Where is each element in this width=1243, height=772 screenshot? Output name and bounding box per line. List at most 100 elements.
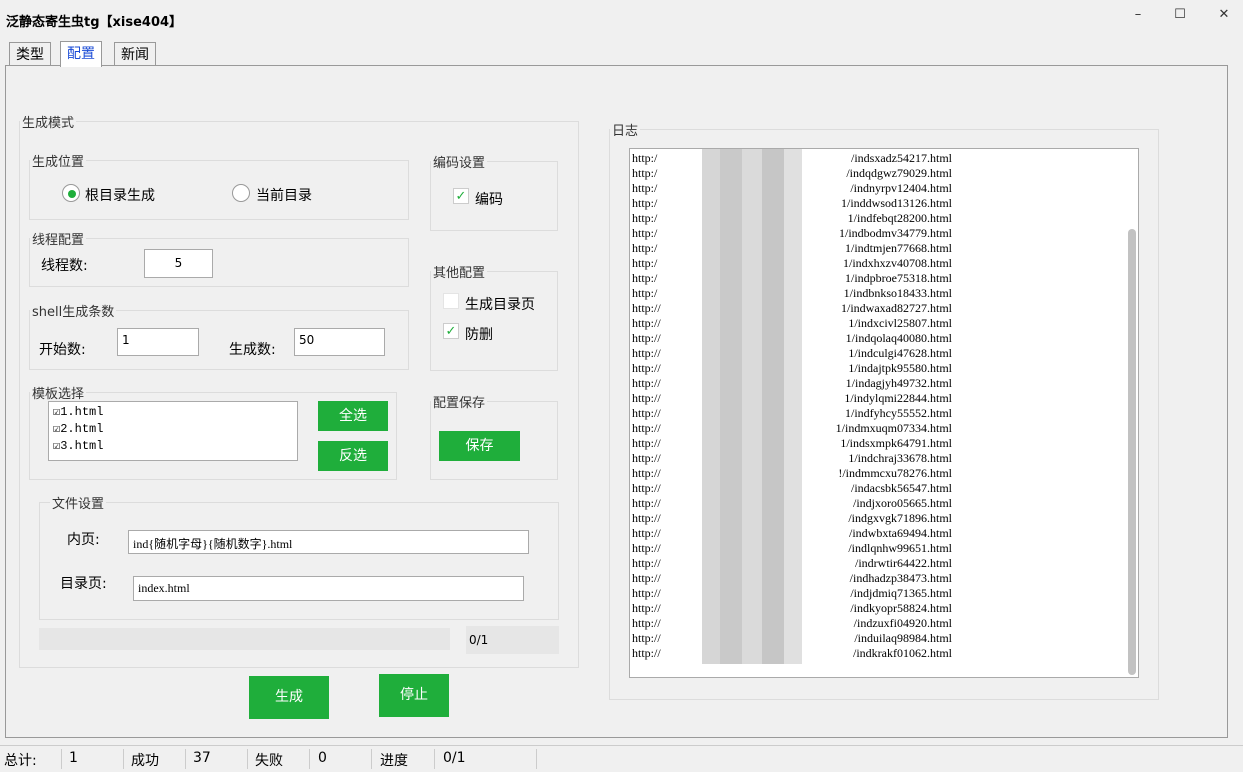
invert-select-button[interactable]: 反选 bbox=[318, 441, 388, 471]
log-line-prefix: http:// bbox=[632, 331, 661, 345]
log-line-suffix: 1/indfebqt28200.html bbox=[847, 211, 952, 225]
log-line-prefix: http:/ bbox=[632, 286, 658, 300]
log-line-suffix: /indjxoro05665.html bbox=[853, 496, 952, 510]
log-line-suffix: 1/indbnkso18433.html bbox=[843, 286, 952, 300]
window-title: 泛静态寄生虫tg【xise404】 bbox=[6, 15, 183, 30]
log-line-suffix: /indlqnhw99651.html bbox=[848, 541, 952, 555]
encoding-title: 编码设置 bbox=[433, 156, 486, 171]
status-divider bbox=[536, 749, 537, 769]
template-list[interactable]: ☑1.html ☑2.html ☑3.html bbox=[48, 401, 298, 461]
log-line-suffix: 1/indfyhcy55552.html bbox=[845, 406, 952, 420]
status-divider bbox=[371, 749, 372, 769]
log-line-suffix: /indjdmiq71365.html bbox=[850, 586, 952, 600]
template-item-label: 3.html bbox=[60, 439, 104, 453]
status-divider bbox=[434, 749, 435, 769]
log-line-suffix: /indkrakf01062.html bbox=[853, 646, 952, 660]
template-item[interactable]: ☑2.html bbox=[53, 421, 103, 438]
log-line-suffix: 1/indpbroe75318.html bbox=[845, 271, 952, 285]
log-line-prefix: http:// bbox=[632, 571, 661, 585]
log-line-suffix: 1/indylqmi22844.html bbox=[844, 391, 952, 405]
tab-type[interactable]: 类型 bbox=[9, 42, 51, 66]
log-line-suffix: 1/indagjyh49732.html bbox=[845, 376, 952, 390]
gen-count-input[interactable]: 50 bbox=[294, 328, 385, 356]
log-line-prefix: http:// bbox=[632, 541, 661, 555]
encoding-label: 编码 bbox=[475, 192, 503, 208]
log-line-prefix: http:// bbox=[632, 316, 661, 330]
select-all-button[interactable]: 全选 bbox=[318, 401, 388, 431]
tab-news[interactable]: 新闻 bbox=[114, 42, 156, 66]
anti-delete-checkbox[interactable]: ✓ bbox=[443, 323, 459, 339]
redacted-host-region bbox=[702, 149, 802, 664]
shell-title: shell生成条数 bbox=[32, 305, 115, 320]
log-line-prefix: http:/ bbox=[632, 166, 658, 180]
status-divider bbox=[247, 749, 248, 769]
log-line-prefix: http:// bbox=[632, 406, 661, 420]
template-title: 模板选择 bbox=[32, 387, 85, 402]
log-line-prefix: http:/ bbox=[632, 211, 658, 225]
log-line-prefix: http:// bbox=[632, 556, 661, 570]
start-count-label: 开始数: bbox=[39, 342, 86, 358]
log-line-prefix: http:// bbox=[632, 466, 661, 480]
log-line-prefix: http:// bbox=[632, 391, 661, 405]
radio-current-dir-label: 当前目录 bbox=[256, 188, 312, 204]
inner-page-input[interactable]: ind{随机字母}{随机数字}.html bbox=[128, 530, 529, 554]
thread-title: 线程配置 bbox=[32, 233, 85, 248]
radio-root-dir-label: 根目录生成 bbox=[85, 188, 155, 204]
thread-label: 线程数: bbox=[41, 258, 88, 274]
stop-button[interactable]: 停止 bbox=[379, 674, 449, 717]
tab-config[interactable]: 配置 bbox=[60, 41, 102, 67]
index-page-input[interactable]: index.html bbox=[133, 576, 524, 601]
log-line-suffix: 1/indwaxad82727.html bbox=[841, 301, 952, 315]
file-title: 文件设置 bbox=[52, 497, 105, 512]
log-line-prefix: http:// bbox=[632, 646, 661, 660]
total-label: 总计: bbox=[4, 753, 37, 769]
success-label: 成功 bbox=[131, 753, 159, 769]
log-box[interactable]: http:/ /indsxadz54217.html http:/ /indqdgwz… bbox=[629, 148, 1139, 678]
log-line-suffix: 1/indajtpk95580.html bbox=[848, 361, 952, 375]
log-line-suffix: 1/indchraj33678.html bbox=[848, 451, 952, 465]
start-count-input[interactable]: 1 bbox=[117, 328, 199, 356]
status-bar: 总计: 1 成功 37 失败 0 进度 0/1 bbox=[0, 745, 1243, 772]
log-line-prefix: http:// bbox=[632, 601, 661, 615]
progress-bar bbox=[39, 628, 450, 650]
log-line-suffix: /indgxvgk71896.html bbox=[848, 511, 952, 525]
progress-label: 进度 bbox=[380, 753, 408, 769]
log-line-prefix: http:// bbox=[632, 586, 661, 600]
log-line-suffix: 1/indqolaq40080.html bbox=[845, 331, 952, 345]
template-item-label: 1.html bbox=[60, 405, 104, 419]
log-line-suffix: /indhadzp38473.html bbox=[849, 571, 952, 585]
close-button[interactable]: ✕ bbox=[1214, 6, 1234, 24]
radio-current-dir[interactable] bbox=[232, 184, 250, 202]
log-line-prefix: http:// bbox=[632, 301, 661, 315]
maximize-button[interactable]: ☐ bbox=[1170, 6, 1190, 24]
log-line-prefix: http:/ bbox=[632, 226, 658, 240]
template-item[interactable]: ☑1.html bbox=[53, 404, 103, 421]
log-line-suffix: /indzuxfi04920.html bbox=[853, 616, 952, 630]
log-line-prefix: http:// bbox=[632, 511, 661, 525]
log-scrollbar[interactable] bbox=[1128, 229, 1136, 675]
log-line-suffix: 1/indbodmv34779.html bbox=[838, 226, 952, 240]
log-line-prefix: http:/ bbox=[632, 271, 658, 285]
encoding-checkbox[interactable]: ✓ bbox=[453, 188, 469, 204]
log-line-prefix: http:// bbox=[632, 526, 661, 540]
radio-root-dir[interactable] bbox=[62, 184, 80, 202]
log-line-prefix: http:/ bbox=[632, 241, 658, 255]
log-line-suffix: 1/indculgi47628.html bbox=[848, 346, 952, 360]
log-line-prefix: http:// bbox=[632, 361, 661, 375]
log-line-suffix: /indwbxta69494.html bbox=[849, 526, 952, 540]
thread-count-input[interactable]: 5 bbox=[144, 249, 213, 278]
total-value: 1 bbox=[69, 750, 78, 766]
generate-button[interactable]: 生成 bbox=[249, 676, 329, 719]
log-line-prefix: http:/ bbox=[632, 196, 658, 210]
location-title: 生成位置 bbox=[32, 155, 85, 170]
status-divider bbox=[309, 749, 310, 769]
log-line-prefix: http:/ bbox=[632, 256, 658, 270]
template-item[interactable]: ☑3.html bbox=[53, 438, 103, 455]
log-line-prefix: http:// bbox=[632, 436, 661, 450]
log-line-suffix: 1/indxhxzv40708.html bbox=[843, 256, 952, 270]
log-line-prefix: http:// bbox=[632, 421, 661, 435]
save-button[interactable]: 保存 bbox=[439, 431, 520, 461]
gen-index-checkbox[interactable] bbox=[443, 293, 459, 309]
minimize-button[interactable]: – bbox=[1128, 6, 1148, 24]
other-group: 其他配置 bbox=[430, 262, 558, 371]
